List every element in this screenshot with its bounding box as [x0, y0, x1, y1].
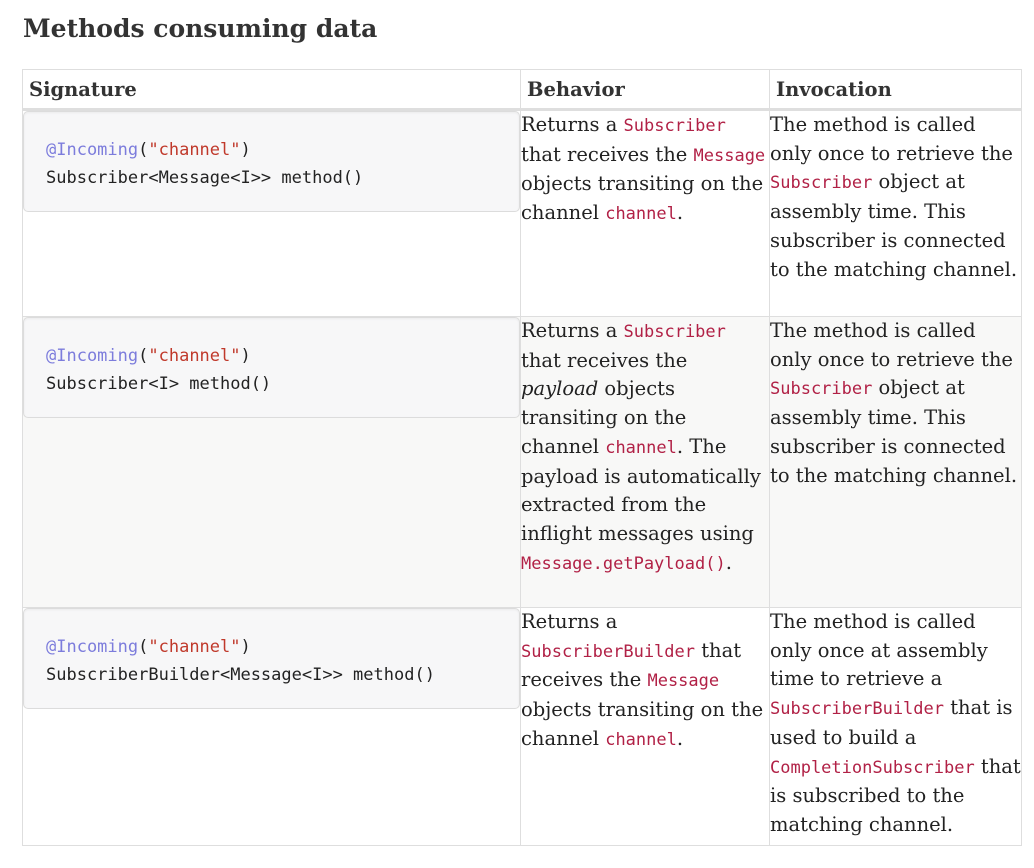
text-segment: that receives the	[521, 348, 688, 372]
inline-code: SubscriberBuilder	[521, 641, 695, 662]
paren-close-token: )	[240, 140, 251, 160]
text-segment: The method is called only once to retrie…	[770, 319, 1013, 371]
inline-code: Subscriber	[770, 173, 873, 194]
text-segment: The method is called only once at assemb…	[770, 610, 988, 691]
invocation-cell: The method is called only once to retrie…	[769, 316, 1022, 608]
code-block: @Incoming("channel") Subscriber<I> metho…	[23, 317, 520, 418]
methods-table: Signature Behavior Invocation @Incoming(…	[22, 69, 1022, 846]
signature-cell: @Incoming("channel") SubscriberBuilder<M…	[22, 607, 521, 846]
string-token: "channel"	[148, 637, 241, 657]
inline-code: channel	[605, 204, 677, 225]
inline-code: SubscriberBuilder	[770, 699, 944, 720]
paren-open-token: (	[138, 140, 149, 160]
text-segment: .	[676, 201, 684, 225]
paren-open-token: (	[138, 637, 149, 657]
string-token: "channel"	[148, 346, 241, 366]
column-header-behavior: Behavior	[520, 69, 770, 111]
inline-code: CompletionSubscriber	[770, 757, 975, 778]
invocation-cell: The method is called only once to retrie…	[769, 109, 1022, 317]
behavior-cell: Returns a Subscriber that receives the M…	[520, 109, 770, 317]
annotation-token: @Incoming	[46, 346, 139, 366]
method-signature: Subscriber<Message<I>> method()	[46, 168, 364, 188]
emphasis-text: payload	[521, 377, 599, 401]
table-row: @Incoming("channel") SubscriberBuilder<M…	[22, 607, 1022, 846]
table-row: @Incoming("channel") Subscriber<Message<…	[22, 109, 1022, 317]
inline-code: channel	[605, 437, 677, 458]
inline-code: Message	[647, 671, 720, 692]
table-header-row: Signature Behavior Invocation	[22, 69, 1022, 111]
inline-code: Subscriber	[623, 322, 726, 342]
method-signature: Subscriber<I> method()	[46, 374, 272, 394]
paren-open-token: (	[138, 346, 149, 366]
signature-cell: @Incoming("channel") Subscriber<I> metho…	[22, 316, 521, 608]
code-block: @Incoming("channel") Subscriber<Message<…	[23, 111, 520, 212]
annotation-token: @Incoming	[46, 637, 139, 657]
text-segment: Returns a	[521, 610, 618, 633]
invocation-cell: The method is called only once at assemb…	[769, 607, 1022, 846]
behavior-cell: Returns a SubscriberBuilder that receive…	[520, 607, 770, 846]
paren-close-token: )	[240, 346, 251, 366]
method-signature: SubscriberBuilder<Message<I>> method()	[46, 665, 435, 685]
table-row: @Incoming("channel") Subscriber<I> metho…	[22, 316, 1022, 608]
code-block: @Incoming("channel") SubscriberBuilder<M…	[23, 608, 520, 709]
text-segment: Returns a	[521, 113, 624, 136]
inline-code: Subscriber	[623, 116, 726, 136]
text-segment: that receives the	[521, 142, 694, 166]
text-segment: Returns a	[521, 319, 624, 342]
behavior-cell: Returns a Subscriber that receives the p…	[520, 316, 770, 608]
column-header-signature: Signature	[22, 69, 521, 111]
text-segment: The method is called only once to retrie…	[770, 113, 1013, 165]
string-token: "channel"	[148, 140, 241, 160]
inline-code: Message.getPayload()	[521, 553, 726, 574]
text-segment: .	[725, 550, 732, 574]
text-segment: .	[676, 726, 684, 750]
inline-code: Subscriber	[770, 379, 873, 400]
signature-cell: @Incoming("channel") Subscriber<Message<…	[22, 109, 521, 317]
paren-close-token: )	[240, 637, 251, 657]
annotation-token: @Incoming	[46, 140, 139, 160]
section-heading: Methods consuming data	[23, 14, 378, 43]
column-header-invocation: Invocation	[769, 69, 1022, 111]
inline-code: Message	[693, 145, 766, 166]
inline-code: channel	[605, 729, 677, 750]
